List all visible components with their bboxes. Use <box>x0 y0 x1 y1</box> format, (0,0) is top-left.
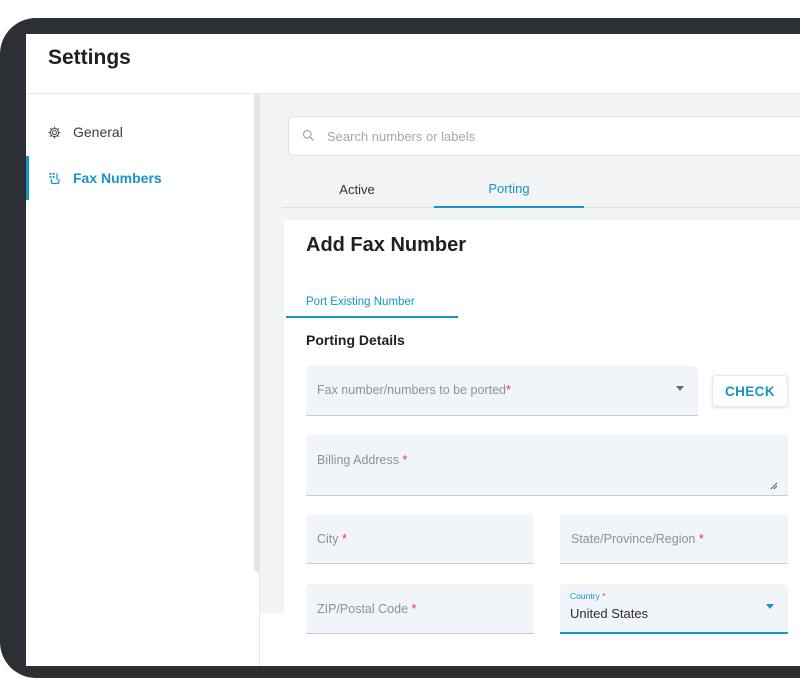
tab-active[interactable]: Active <box>282 170 432 208</box>
tab-porting[interactable]: Porting <box>434 170 584 208</box>
page-header: Settings <box>26 34 800 94</box>
field-placeholder: State/Province/Region <box>571 532 696 546</box>
sidebar-item-general[interactable]: General <box>26 110 254 154</box>
field-placeholder: Fax number/numbers to be ported <box>317 383 506 397</box>
field-placeholder: City <box>317 532 339 546</box>
country-select[interactable]: Country * United States <box>560 584 788 634</box>
country-value: United States <box>570 606 649 621</box>
required-mark: * <box>698 532 704 546</box>
app-window: Settings General Fax Numbers Search numb… <box>26 34 800 666</box>
required-mark: * <box>602 591 606 601</box>
fax-numbers-icon <box>46 170 62 186</box>
fax-numbers-select[interactable]: Fax number/numbers to be ported* <box>306 366 698 416</box>
check-button[interactable]: CHECK <box>712 375 788 407</box>
tab-bar: Active Porting <box>282 170 800 208</box>
caret-down-icon <box>676 386 684 391</box>
city-field[interactable]: City * <box>306 514 534 564</box>
search-icon <box>301 128 317 144</box>
billing-address-field[interactable]: Billing Address * <box>306 434 788 496</box>
search-bar[interactable] <box>288 116 800 156</box>
gear-icon <box>46 124 62 140</box>
required-mark: * <box>411 602 417 616</box>
sidebar-item-label: Fax Numbers <box>73 170 162 186</box>
resize-handle-icon[interactable] <box>768 477 778 490</box>
sidebar-item-fax-numbers[interactable]: Fax Numbers <box>26 156 254 200</box>
field-placeholder: ZIP/Postal Code <box>317 602 409 616</box>
required-mark: * <box>402 453 408 467</box>
section-title: Porting Details <box>306 332 405 348</box>
field-label: Country <box>570 591 600 601</box>
state-field[interactable]: State/Province/Region * <box>560 514 788 564</box>
card-title: Add Fax Number <box>306 234 467 256</box>
search-input[interactable] <box>327 128 727 144</box>
add-fax-number-card: Add Fax Number Port Existing Number Port… <box>284 220 800 666</box>
field-placeholder: Billing Address <box>317 453 399 467</box>
tab-port-existing-number[interactable]: Port Existing Number <box>286 288 458 318</box>
page-title: Settings <box>48 46 131 69</box>
sidebar-item-label: General <box>73 124 123 140</box>
sidebar: General Fax Numbers <box>26 94 260 666</box>
zip-field[interactable]: ZIP/Postal Code * <box>306 584 534 634</box>
required-mark: * <box>342 532 347 546</box>
required-mark: * <box>506 383 511 397</box>
caret-down-icon <box>766 604 774 609</box>
